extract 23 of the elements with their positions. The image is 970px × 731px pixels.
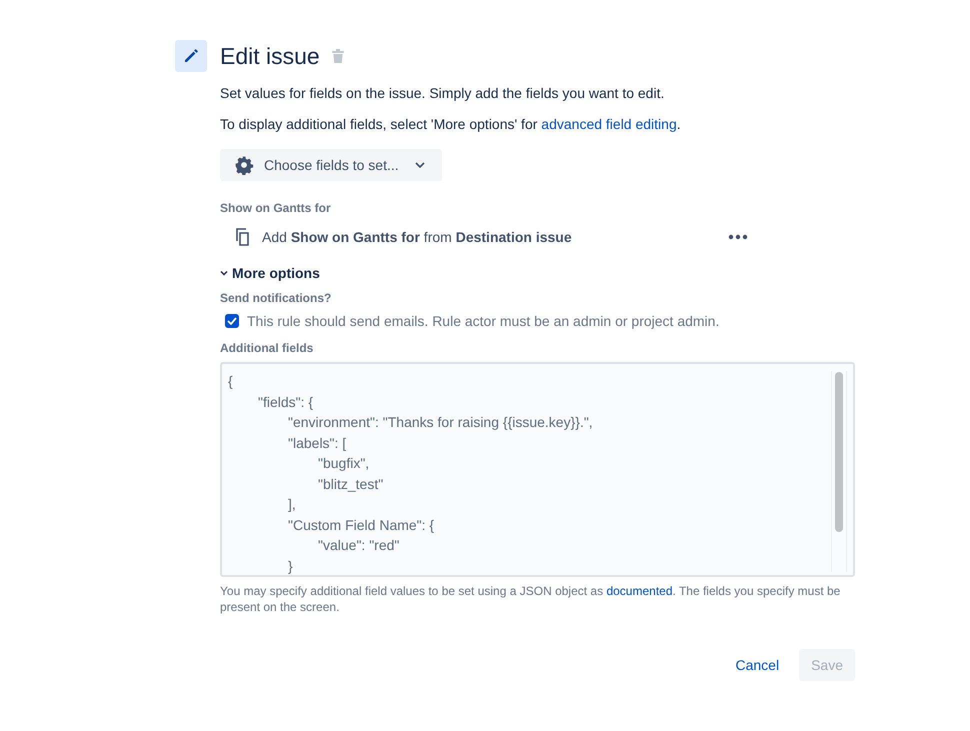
choose-fields-button[interactable]: Choose fields to set...: [220, 149, 442, 181]
documented-link[interactable]: documented: [606, 584, 672, 598]
chevron-down-icon: [414, 162, 425, 168]
copy-icon: [236, 228, 252, 246]
field-label: Send notifications?: [220, 291, 332, 305]
more-options-toggle[interactable]: More options: [220, 265, 320, 281]
hint-text: To display additional fields, select 'More options' for advanced field editing.: [220, 115, 682, 134]
checkbox[interactable]: [225, 314, 239, 328]
more-icon[interactable]: [726, 232, 750, 242]
chevron-icon: [220, 270, 228, 276]
pencil-icon: [175, 40, 207, 72]
gear-icon: [234, 155, 254, 175]
description-text: Set values for fields on the issue. Simply add the fields you want to edit.: [220, 84, 666, 103]
cancel-button[interactable]: Cancel: [723, 649, 792, 681]
field-label: Show on Gantts for: [220, 201, 332, 215]
field-label: Additional fields: [220, 341, 314, 355]
advanced-editing-link[interactable]: advanced field editing: [541, 116, 677, 132]
help-text: You may specify additional field values to be set using a JSON object as documented. The fields you specify must be present on the screen.: [220, 583, 842, 615]
scrollbar-thumb[interactable]: [835, 372, 843, 532]
page-title: Edit issue: [220, 42, 320, 70]
field-value: Add Show on Gantts for from Destination issue: [262, 229, 573, 245]
json-input-field[interactable]: { "fields": { "environment": "Thanks for raising {{issue.key}}.", "labels": [ "bugfix", "blitz_test" ], "Custom Field Name": { "value": "red" }: [220, 362, 855, 577]
checkbox-label: This rule should send emails. Rule actor must be an admin or project admin.: [247, 313, 720, 329]
